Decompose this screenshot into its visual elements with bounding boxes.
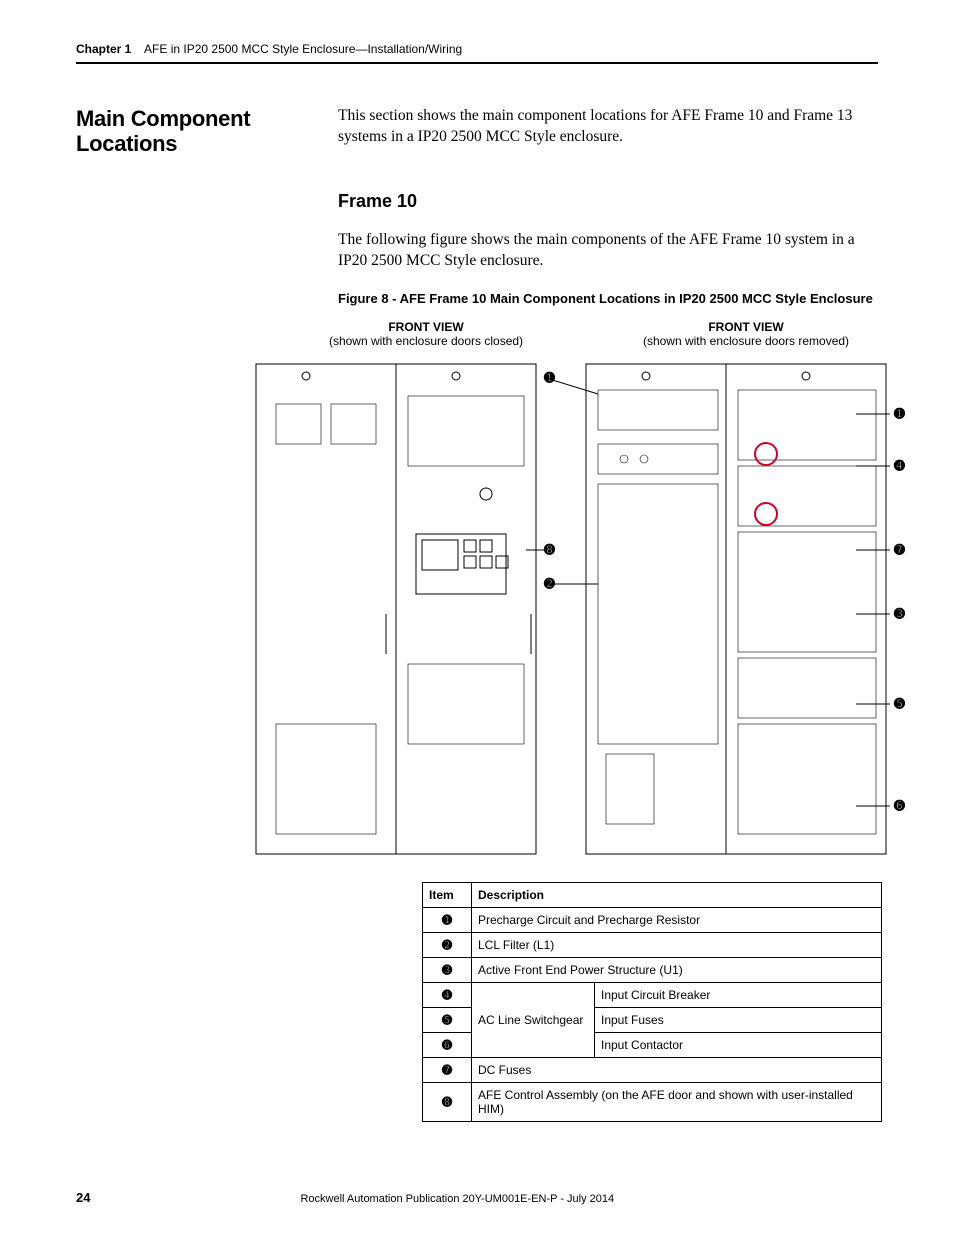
- cell-item-8: ➑: [423, 1083, 472, 1122]
- cell-desc-6: Input Contactor: [595, 1033, 882, 1058]
- view-labels: FRONT VIEW (shown with enclosure doors c…: [266, 320, 906, 348]
- chapter-label: Chapter 1: [76, 42, 131, 56]
- callout-1-right: ➊: [894, 406, 905, 422]
- cell-item-5: ➎: [423, 1008, 472, 1033]
- chapter-title: AFE in IP20 2500 MCC Style Enclosure—Ins…: [144, 42, 462, 56]
- diagram-svg: [246, 354, 926, 864]
- callout-3-right: ➌: [894, 606, 905, 622]
- running-header: Chapter 1 AFE in IP20 2500 MCC Style Enc…: [76, 42, 878, 56]
- sub-heading: Frame 10: [338, 191, 878, 212]
- component-table-wrap: Item Description ➊ Precharge Circuit and…: [422, 882, 882, 1122]
- page-footer: 24 Rockwell Automation Publication 20Y-U…: [76, 1190, 878, 1205]
- table-row: ➐ DC Fuses: [423, 1058, 882, 1083]
- figure-wrap: FRONT VIEW (shown with enclosure doors c…: [226, 320, 946, 864]
- table-row: ➌ Active Front End Power Structure (U1): [423, 958, 882, 983]
- cell-item-2: ➋: [423, 933, 472, 958]
- intro-paragraph: This section shows the main component lo…: [338, 106, 878, 157]
- figure-caption: Figure 8 - AFE Frame 10 Main Component L…: [338, 291, 878, 306]
- cell-item-1: ➊: [423, 908, 472, 933]
- cell-desc-1: Precharge Circuit and Precharge Resistor: [472, 908, 882, 933]
- callout-8-left: ➑: [544, 542, 555, 558]
- view-left-sub: (shown with enclosure doors closed): [266, 334, 586, 348]
- header-rule: [76, 62, 878, 64]
- publication-line: Rockwell Automation Publication 20Y-UM00…: [300, 1193, 614, 1205]
- cell-desc-5: Input Fuses: [595, 1008, 882, 1033]
- th-item: Item: [423, 883, 472, 908]
- callout-2-left: ➋: [544, 576, 555, 592]
- section-row: Main Component Locations This section sh…: [76, 106, 878, 157]
- page-number: 24: [76, 1190, 90, 1205]
- cell-group-switchgear: AC Line Switchgear: [472, 983, 595, 1058]
- cell-desc-8: AFE Control Assembly (on the AFE door an…: [472, 1083, 882, 1122]
- cell-desc-2: LCL Filter (L1): [472, 933, 882, 958]
- component-table: Item Description ➊ Precharge Circuit and…: [422, 882, 882, 1122]
- diagram: ➊ ➑ ➋ ➊ ➍ ➐ ➌ ➎ ➏: [246, 354, 926, 864]
- th-desc: Description: [472, 883, 882, 908]
- cell-item-6: ➏: [423, 1033, 472, 1058]
- cell-desc-3: Active Front End Power Structure (U1): [472, 958, 882, 983]
- view-right-sub: (shown with enclosure doors removed): [586, 334, 906, 348]
- cell-item-4: ➍: [423, 983, 472, 1008]
- sub-paragraph: The following figure shows the main comp…: [338, 230, 878, 272]
- side-heading: Main Component Locations: [76, 106, 312, 157]
- callout-7-right: ➐: [894, 542, 905, 558]
- frame10-section: Frame 10 The following figure shows the …: [338, 191, 878, 307]
- callout-5-right: ➎: [894, 696, 905, 712]
- table-row: ➊ Precharge Circuit and Precharge Resist…: [423, 908, 882, 933]
- table-row: ➑ AFE Control Assembly (on the AFE door …: [423, 1083, 882, 1122]
- callout-4-right: ➍: [894, 458, 905, 474]
- view-right-title: FRONT VIEW: [586, 320, 906, 334]
- table-row: ➋ LCL Filter (L1): [423, 933, 882, 958]
- table-header-row: Item Description: [423, 883, 882, 908]
- callout-1-left: ➊: [544, 370, 555, 386]
- view-left: FRONT VIEW (shown with enclosure doors c…: [266, 320, 586, 348]
- cell-item-3: ➌: [423, 958, 472, 983]
- cell-item-7: ➐: [423, 1058, 472, 1083]
- page: Chapter 1 AFE in IP20 2500 MCC Style Enc…: [0, 0, 954, 1235]
- view-right: FRONT VIEW (shown with enclosure doors r…: [586, 320, 906, 348]
- callout-6-right: ➏: [894, 798, 905, 814]
- table-row: ➍ AC Line Switchgear Input Circuit Break…: [423, 983, 882, 1008]
- cell-desc-4: Input Circuit Breaker: [595, 983, 882, 1008]
- cell-desc-7: DC Fuses: [472, 1058, 882, 1083]
- view-left-title: FRONT VIEW: [266, 320, 586, 334]
